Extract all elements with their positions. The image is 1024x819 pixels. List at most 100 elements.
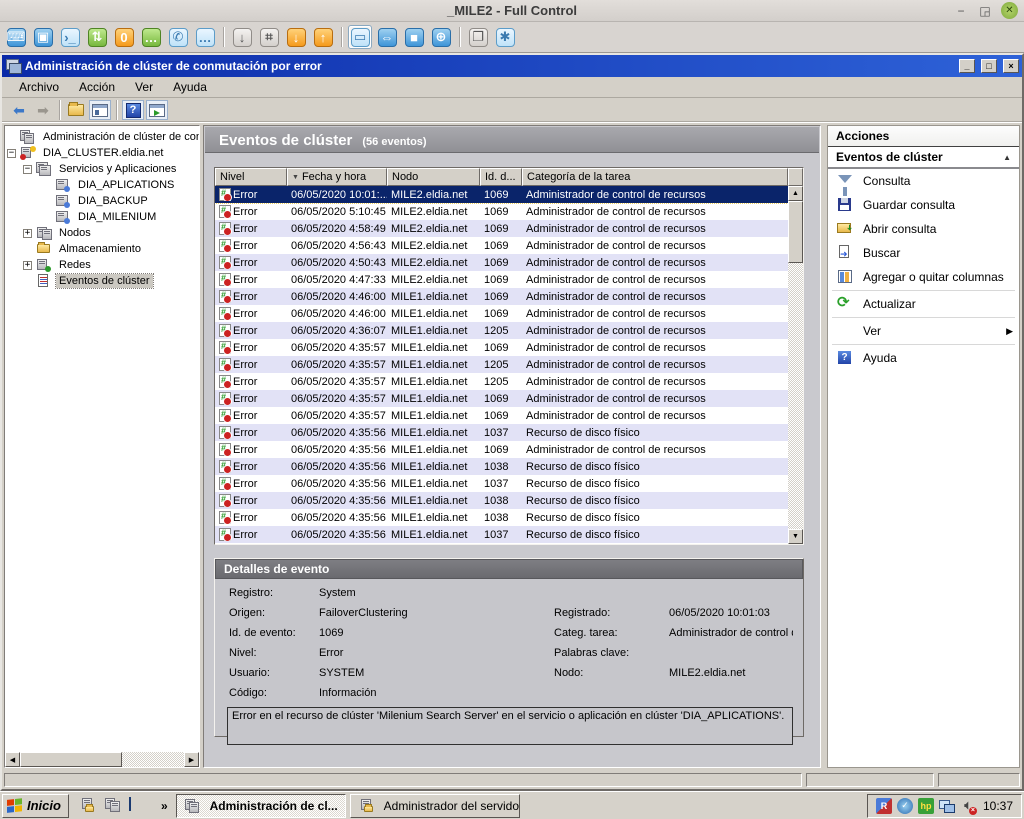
actions-section-header[interactable]: Eventos de clúster ▲ xyxy=(828,147,1019,169)
tree-item-almacenamiento[interactable]: Almacenamiento xyxy=(23,241,199,257)
scroll-up-icon[interactable]: ▲ xyxy=(788,186,803,201)
taskbar-button-cluster-admin[interactable]: Administración de cl... xyxy=(176,794,346,818)
tree-item-dia-aplications[interactable]: DIA_APLICATIONS xyxy=(55,177,199,193)
screenshot-icon[interactable]: ↓ xyxy=(230,25,254,49)
action-buscar[interactable]: Buscar xyxy=(828,241,1019,265)
scroll-right-icon[interactable]: ▶ xyxy=(184,752,199,767)
menu-accion[interactable]: Acción xyxy=(70,78,124,96)
tree-item-servicios[interactable]: − Servicios y Aplicaciones xyxy=(23,161,199,177)
event-row[interactable]: Error 06/05/2020 4:35:56 MILE1.eldia.net… xyxy=(215,475,788,492)
show-desktop-icon[interactable] xyxy=(129,798,147,814)
tree-item-eventos[interactable]: Eventos de clúster xyxy=(23,273,199,289)
column-header-categoria[interactable]: Categoría de la tarea xyxy=(522,168,788,186)
action-abrir-consulta[interactable]: Abrir consulta xyxy=(828,217,1019,241)
server-manager-quicklaunch-icon[interactable] xyxy=(79,798,97,814)
tree-item-cluster[interactable]: − DIA_CLUSTER.eldia.net xyxy=(7,145,199,161)
message-icon[interactable]: … xyxy=(193,25,217,49)
event-row[interactable]: Error 06/05/2020 4:47:33 MILE2.eldia.net… xyxy=(215,271,788,288)
collapse-expander-icon[interactable]: − xyxy=(7,149,16,158)
remote-screen-icon[interactable]: ▣ xyxy=(31,25,55,49)
antivirus-tray-icon[interactable]: ✓ xyxy=(897,798,913,814)
vnc-minimize-button[interactable]: − xyxy=(953,3,969,19)
expand-expander-icon[interactable]: + xyxy=(23,229,32,238)
tree-item-dia-milenium[interactable]: DIA_MILENIUM xyxy=(55,209,199,225)
event-row[interactable]: Error 06/05/2020 4:46:00 MILE1.eldia.net… xyxy=(215,305,788,322)
action-agregar-quitar-columnas[interactable]: Agregar o quitar columnas xyxy=(828,265,1019,289)
window-switch-icon[interactable]: ❐ xyxy=(466,25,490,49)
event-row[interactable]: Error 06/05/2020 4:35:57 MILE1.eldia.net… xyxy=(215,390,788,407)
remote-keyboard-icon[interactable]: ⌨ xyxy=(4,25,28,49)
collapse-expander-icon[interactable]: − xyxy=(23,165,32,174)
event-row[interactable]: Error 06/05/2020 10:01:... MILE2.eldia.n… xyxy=(215,186,788,203)
mmc-close-button[interactable]: × xyxy=(1003,59,1019,73)
action-ver[interactable]: Ver ▶ xyxy=(828,319,1019,343)
scroll-left-icon[interactable]: ◀ xyxy=(5,752,20,767)
help-icon[interactable]: ? xyxy=(122,100,144,120)
mmc-maximize-button[interactable]: □ xyxy=(981,59,997,73)
call-icon[interactable]: ✆ xyxy=(166,25,190,49)
mmc-titlebar[interactable]: Administración de clúster de conmutación… xyxy=(2,55,1022,77)
event-row[interactable]: Error 06/05/2020 4:35:56 MILE1.eldia.net… xyxy=(215,441,788,458)
mmc-minimize-button[interactable]: _ xyxy=(959,59,975,73)
network-tray-icon[interactable] xyxy=(939,798,955,814)
volume-muted-icon[interactable]: 🔈︎ xyxy=(960,798,976,814)
column-header-nivel[interactable]: Nivel xyxy=(215,168,287,186)
menu-ayuda[interactable]: Ayuda xyxy=(164,78,216,96)
action-consulta[interactable]: Consulta xyxy=(828,169,1019,193)
chat-icon[interactable]: … xyxy=(139,25,163,49)
event-row[interactable]: Error 06/05/2020 5:10:45 MILE2.eldia.net… xyxy=(215,203,788,220)
tree-item-dia-backup[interactable]: DIA_BACKUP xyxy=(55,193,199,209)
start-button[interactable]: Inicio xyxy=(2,794,69,818)
scrollbar-thumb[interactable] xyxy=(788,201,803,263)
taskbar-button-server-manager[interactable]: Administrador del servidor xyxy=(350,794,520,818)
event-row[interactable]: Error 06/05/2020 4:58:49 MILE2.eldia.net… xyxy=(215,220,788,237)
upload-box-icon[interactable]: ↑ xyxy=(311,25,335,49)
event-row[interactable]: Error 06/05/2020 4:35:57 MILE1.eldia.net… xyxy=(215,407,788,424)
full-screen-icon[interactable]: ■ xyxy=(402,25,426,49)
scroll-down-icon[interactable]: ▼ xyxy=(788,529,803,544)
terminal-icon[interactable]: ›_ xyxy=(58,25,82,49)
event-row[interactable]: Error 06/05/2020 4:35:56 MILE1.eldia.net… xyxy=(215,509,788,526)
power-icon[interactable]: 0 xyxy=(112,25,136,49)
transfer-arrows-icon[interactable]: ⇅ xyxy=(85,25,109,49)
show-console-tree-icon[interactable] xyxy=(89,100,111,120)
column-header-nodo[interactable]: Nodo xyxy=(387,168,480,186)
action-guardar-consulta[interactable]: Guardar consulta xyxy=(828,193,1019,217)
event-row[interactable]: Error 06/05/2020 4:35:56 MILE1.eldia.net… xyxy=(215,458,788,475)
tree-item-root[interactable]: Administración de clúster de conmu xyxy=(7,129,199,145)
event-row[interactable]: Error 06/05/2020 4:35:57 MILE1.eldia.net… xyxy=(215,373,788,390)
column-header-fecha[interactable]: ▼Fecha y hora xyxy=(287,168,387,186)
connections-icon[interactable]: ⌗ xyxy=(257,25,281,49)
back-icon[interactable]: ⬅︎ xyxy=(8,100,30,120)
up-folder-icon[interactable] xyxy=(65,100,87,120)
events-vertical-scrollbar[interactable]: ▲ ▼ xyxy=(788,186,803,544)
event-row[interactable]: Error 06/05/2020 4:35:57 MILE1.eldia.net… xyxy=(215,356,788,373)
event-row[interactable]: Error 06/05/2020 4:36:07 MILE1.eldia.net… xyxy=(215,322,788,339)
action-ayuda[interactable]: ? Ayuda xyxy=(828,346,1019,370)
action-actualizar[interactable]: ⟳ Actualizar xyxy=(828,292,1019,316)
scaled-view-icon[interactable]: ⇔ xyxy=(375,25,399,49)
window-normal-view-icon[interactable]: ▭ xyxy=(348,25,372,49)
quick-launch-overflow-chevron[interactable]: » xyxy=(161,799,168,813)
collapse-section-icon[interactable]: ▲ xyxy=(1003,153,1011,162)
tree-item-redes[interactable]: + Redes xyxy=(23,257,199,273)
export-list-icon[interactable] xyxy=(146,100,168,120)
forward-icon[interactable]: ➡︎ xyxy=(32,100,54,120)
event-row[interactable]: Error 06/05/2020 4:35:56 MILE1.eldia.net… xyxy=(215,492,788,509)
event-row[interactable]: Error 06/05/2020 4:56:43 MILE2.eldia.net… xyxy=(215,237,788,254)
download-box-icon[interactable]: ↓ xyxy=(284,25,308,49)
vnc-server-tray-icon[interactable]: R xyxy=(876,798,892,814)
vnc-close-button[interactable]: ✕ xyxy=(1001,2,1018,19)
scrollbar-thumb[interactable] xyxy=(20,752,122,767)
event-row[interactable]: Error 06/05/2020 4:50:43 MILE2.eldia.net… xyxy=(215,254,788,271)
vnc-restore-button[interactable]: ◲ xyxy=(977,3,993,19)
column-header-id[interactable]: Id. d... xyxy=(480,168,522,186)
expand-expander-icon[interactable]: + xyxy=(23,261,32,270)
settings-tools-icon[interactable]: ✱ xyxy=(493,25,517,49)
menu-ver[interactable]: Ver xyxy=(126,78,162,96)
event-row[interactable]: Error 06/05/2020 4:35:56 MILE1.eldia.net… xyxy=(215,424,788,441)
cluster-admin-quicklaunch-icon[interactable] xyxy=(104,798,122,814)
tree-item-nodos[interactable]: + Nodos xyxy=(23,225,199,241)
event-row[interactable]: Error 06/05/2020 4:35:57 MILE1.eldia.net… xyxy=(215,339,788,356)
expand-view-icon[interactable]: ⊕ xyxy=(429,25,453,49)
